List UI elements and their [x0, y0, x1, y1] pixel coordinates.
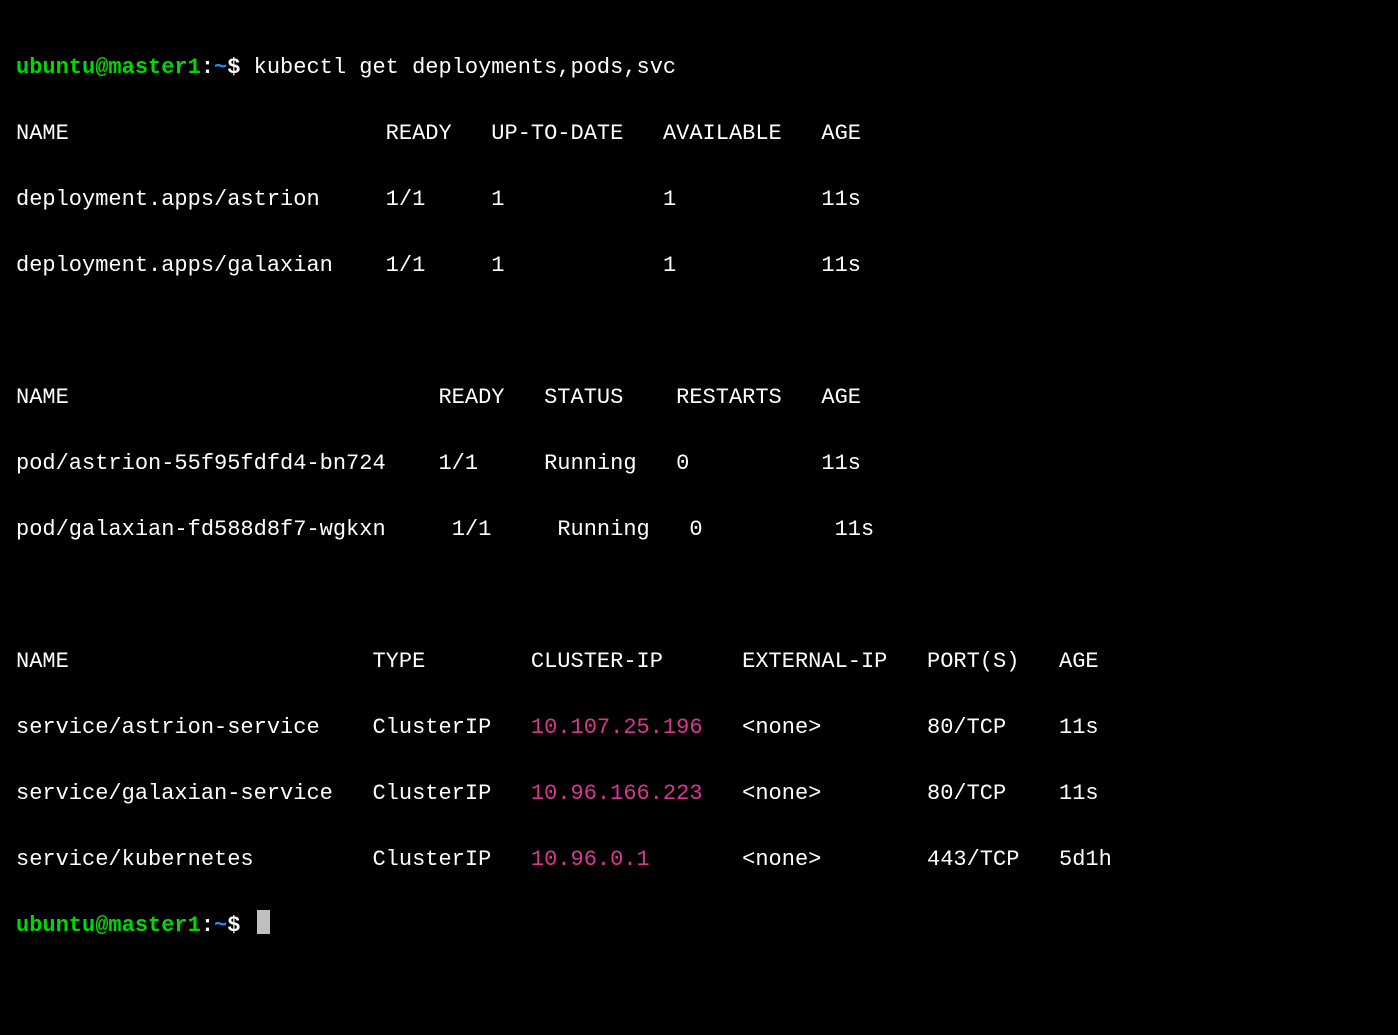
- service-name: service/kubernetes: [16, 847, 254, 872]
- service-cluster-ip: 10.107.25.196: [531, 715, 703, 740]
- col-clusterip: CLUSTER-IP: [531, 649, 663, 674]
- prompt-colon: :: [201, 55, 214, 80]
- service-row: service/astrion-service ClusterIP 10.107…: [16, 711, 1382, 744]
- col-uptodate: UP-TO-DATE: [491, 121, 623, 146]
- service-ports: 443/TCP: [927, 847, 1019, 872]
- deployments-header-line: NAME READY UP-TO-DATE AVAILABLE AGE: [16, 117, 1382, 150]
- col-ready: READY: [438, 385, 504, 410]
- prompt-user: ubuntu: [16, 55, 95, 80]
- pod-status: Running: [557, 517, 649, 542]
- service-type: ClusterIP: [372, 781, 491, 806]
- deployment-row: deployment.apps/galaxian 1/1 1 1 11s: [16, 249, 1382, 282]
- deployment-ready: 1/1: [386, 187, 426, 212]
- prompt-dollar: $: [227, 913, 240, 938]
- pod-name: pod/astrion-55f95fdfd4-bn724: [16, 451, 386, 476]
- deployment-row: deployment.apps/astrion 1/1 1 1 11s: [16, 183, 1382, 216]
- service-name: service/astrion-service: [16, 715, 320, 740]
- deployment-available: 1: [663, 253, 676, 278]
- pod-ready: 1/1: [438, 451, 478, 476]
- pod-restarts: 0: [689, 517, 702, 542]
- service-external-ip: <none>: [742, 715, 821, 740]
- service-age: 5d1h: [1059, 847, 1112, 872]
- prompt-user: ubuntu: [16, 913, 95, 938]
- deployment-ready: 1/1: [386, 253, 426, 278]
- service-ports: 80/TCP: [927, 715, 1006, 740]
- prompt-host: @master1: [95, 913, 201, 938]
- service-external-ip: <none>: [742, 847, 821, 872]
- service-age: 11s: [1059, 781, 1099, 806]
- prompt-dollar: $: [227, 55, 240, 80]
- pod-status: Running: [544, 451, 636, 476]
- col-age: AGE: [821, 385, 861, 410]
- pod-age: 11s: [835, 517, 875, 542]
- pods-header-line: NAME READY STATUS RESTARTS AGE: [16, 381, 1382, 414]
- command-line: ubuntu@master1:~$ kubectl get deployment…: [16, 51, 1382, 84]
- col-name: NAME: [16, 649, 69, 674]
- col-age: AGE: [1059, 649, 1099, 674]
- col-available: AVAILABLE: [663, 121, 782, 146]
- blank-line: [16, 579, 1382, 612]
- prompt-path: ~: [214, 55, 227, 80]
- pod-name: pod/galaxian-fd588d8f7-wgkxn: [16, 517, 386, 542]
- deployment-name: deployment.apps/galaxian: [16, 253, 333, 278]
- service-row: service/galaxian-service ClusterIP 10.96…: [16, 777, 1382, 810]
- col-restarts: RESTARTS: [676, 385, 782, 410]
- col-externalip: EXTERNAL-IP: [742, 649, 887, 674]
- pod-ready: 1/1: [452, 517, 492, 542]
- deployment-age: 11s: [821, 187, 861, 212]
- terminal[interactable]: ubuntu@master1:~$ kubectl get deployment…: [0, 0, 1398, 1035]
- deployment-uptodate: 1: [491, 187, 504, 212]
- prompt-line-idle: ubuntu@master1:~$: [16, 909, 1382, 942]
- pod-age: 11s: [821, 451, 861, 476]
- service-external-ip: <none>: [742, 781, 821, 806]
- service-cluster-ip: 10.96.166.223: [531, 781, 703, 806]
- col-age: AGE: [821, 121, 861, 146]
- col-ready: READY: [386, 121, 452, 146]
- command-text: kubectl get deployments,pods,svc: [254, 55, 676, 80]
- services-header-line: NAME TYPE CLUSTER-IP EXTERNAL-IP PORT(S)…: [16, 645, 1382, 678]
- col-name: NAME: [16, 385, 69, 410]
- blank-line: [16, 315, 1382, 348]
- service-type: ClusterIP: [372, 847, 491, 872]
- prompt-host: @master1: [95, 55, 201, 80]
- deployment-available: 1: [663, 187, 676, 212]
- service-cluster-ip: 10.96.0.1: [531, 847, 650, 872]
- deployment-name: deployment.apps/astrion: [16, 187, 320, 212]
- col-type: TYPE: [372, 649, 425, 674]
- service-row: service/kubernetes ClusterIP 10.96.0.1 <…: [16, 843, 1382, 876]
- service-type: ClusterIP: [372, 715, 491, 740]
- prompt-colon: :: [201, 913, 214, 938]
- col-ports: PORT(S): [927, 649, 1019, 674]
- deployment-age: 11s: [821, 253, 861, 278]
- col-status: STATUS: [544, 385, 623, 410]
- cursor-icon: [257, 910, 270, 934]
- pod-restarts: 0: [676, 451, 689, 476]
- col-name: NAME: [16, 121, 69, 146]
- pod-row: pod/astrion-55f95fdfd4-bn724 1/1 Running…: [16, 447, 1382, 480]
- deployment-uptodate: 1: [491, 253, 504, 278]
- service-name: service/galaxian-service: [16, 781, 333, 806]
- pod-row: pod/galaxian-fd588d8f7-wgkxn 1/1 Running…: [16, 513, 1382, 546]
- service-ports: 80/TCP: [927, 781, 1006, 806]
- service-age: 11s: [1059, 715, 1099, 740]
- prompt-path: ~: [214, 913, 227, 938]
